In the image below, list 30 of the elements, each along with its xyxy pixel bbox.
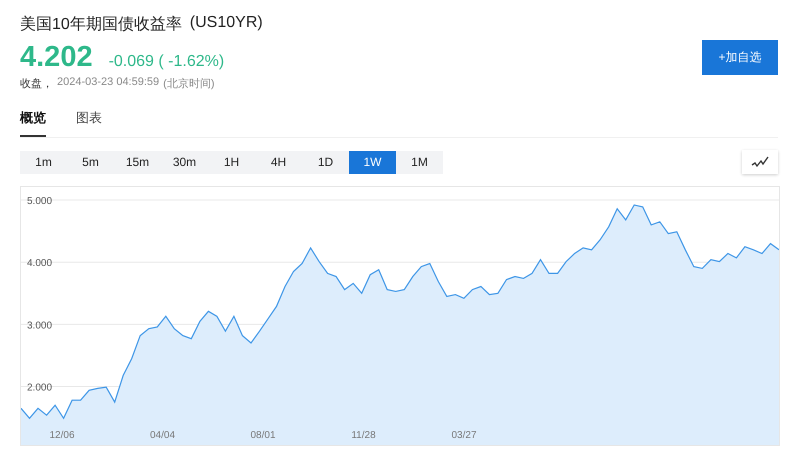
y-axis-label: 4.000	[27, 258, 52, 270]
close-label: 收盘，	[20, 77, 53, 91]
y-axis-label: 2.000	[27, 382, 52, 394]
timestamp: 2024-03-23 04:59:59	[57, 76, 160, 90]
tab[interactable]: 图表	[76, 109, 102, 137]
interval-button[interactable]: 15m	[114, 150, 161, 174]
symbol: (US10YR)	[190, 14, 263, 33]
interval-button[interactable]: 1m	[20, 150, 67, 174]
tab[interactable]: 概览	[20, 109, 46, 137]
x-axis-label: 04/04	[150, 430, 176, 441]
interval-button[interactable]: 1D	[302, 150, 349, 174]
y-axis-label: 5.000	[27, 196, 52, 208]
interval-button[interactable]: 4H	[255, 150, 302, 174]
price-change: -0.069 ( -1.62%)	[108, 53, 224, 71]
x-axis-label: 11/28	[351, 430, 376, 441]
x-axis-label: 12/06	[49, 430, 75, 441]
interval-button[interactable]: 30m	[161, 150, 208, 174]
price: 4.202	[20, 41, 93, 74]
add-watchlist-button[interactable]: +加自选	[702, 40, 778, 75]
interval-button[interactable]: 5m	[67, 150, 114, 174]
chart-type-button[interactable]	[742, 150, 778, 174]
interval-button[interactable]: 1H	[208, 150, 255, 174]
line-chart-icon	[751, 156, 769, 168]
timezone: (北京时间)	[163, 76, 214, 91]
interval-button[interactable]: 1W	[349, 150, 396, 174]
x-axis-label: 03/27	[451, 430, 477, 441]
bond-title: 美国10年期国债收益率	[20, 14, 182, 35]
interval-button[interactable]: 1M	[396, 150, 443, 174]
y-axis-label: 3.000	[27, 320, 52, 332]
x-axis-label: 08/01	[250, 430, 276, 441]
